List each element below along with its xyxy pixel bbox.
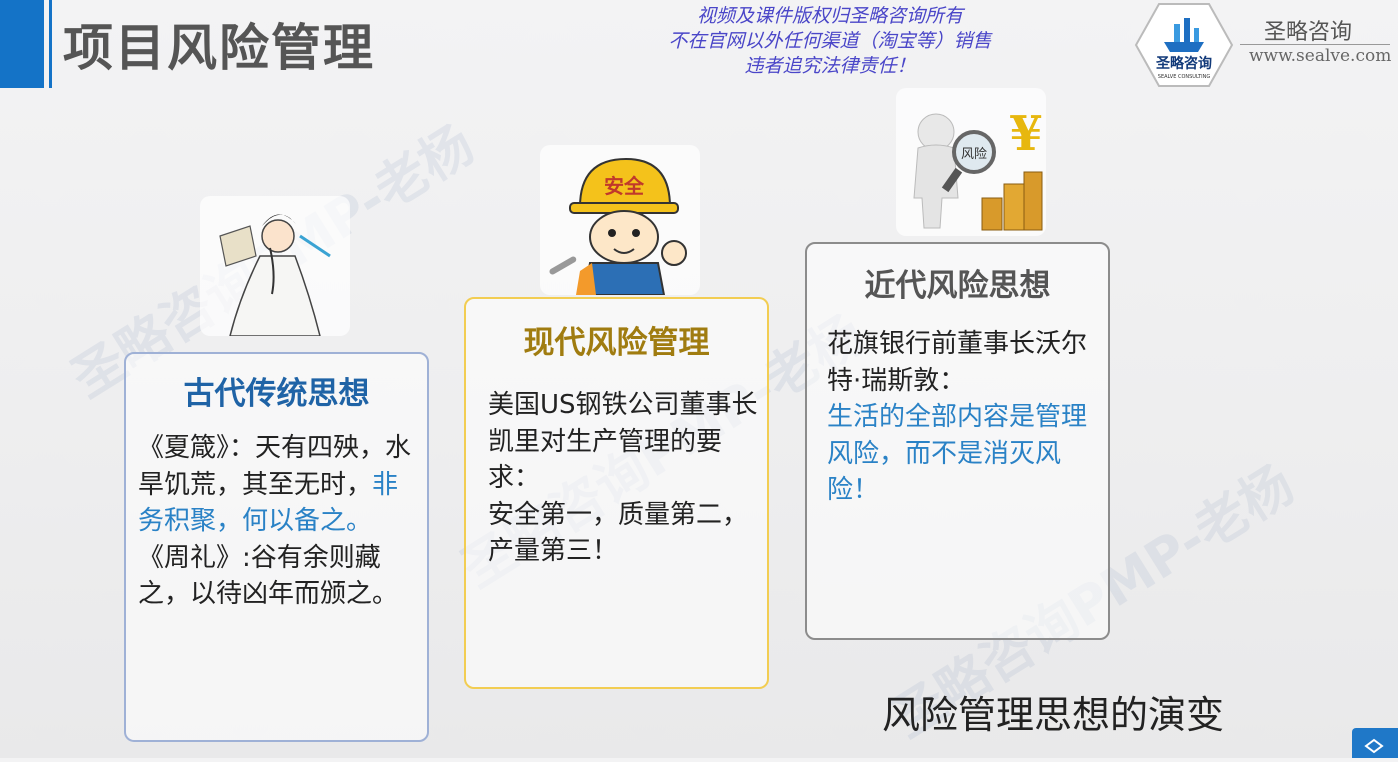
slide-subtitle: 风险管理思想的演变 xyxy=(882,693,1225,737)
card-title: 现代风险管理 xyxy=(523,325,710,361)
card-ancient-thought: 古代传统思想 《夏箴》：天有四殃，水旱饥荒，其至无时，非务积聚，何以备之。 《周… xyxy=(124,352,429,742)
title-accent-bar xyxy=(0,0,44,88)
quote-zhouli: 《周礼》:谷有余则藏之，以待凶年而颁之。 xyxy=(138,542,399,610)
card-title: 近代风险思想 xyxy=(864,268,1051,304)
page-title: 项目风险管理 xyxy=(63,19,375,77)
card-modern-management: 现代风险管理 美国US钢铁公司董事长凯里对生产管理的要求： 安全第一，质量第二，… xyxy=(464,297,769,689)
share-icon xyxy=(1364,738,1384,754)
ancient-scholar-illustration xyxy=(200,196,350,336)
card-body: 花旗银行前董事长沃尔特·瑞斯敦： 生活的全部内容是管理风险，而不是消灭风险！ xyxy=(827,326,1100,509)
brand-divider xyxy=(1240,44,1390,45)
svg-text:¥: ¥ xyxy=(1009,106,1042,162)
card-body: 美国US钢铁公司董事长凯里对生产管理的要求： 安全第一，质量第二，产量第三！ xyxy=(488,387,759,570)
brand-name: 圣略咨询 xyxy=(1264,20,1353,45)
logo-text: 圣略咨询 xyxy=(1155,55,1212,72)
brand-url: www.sealve.com xyxy=(1249,46,1392,66)
quote-xiazhen: 《夏箴》：天有四殃，水旱饥荒，其至无时，非务积聚，何以备之。 xyxy=(138,430,419,540)
risk-magnifier-illustration: 风险 ¥ xyxy=(896,88,1046,236)
quote-highlight: 生活的全部内容是管理风险，而不是消灭风险！ xyxy=(827,402,1088,505)
copyright-notice: 视频及课件版权归圣略咨询所有 不在官网以外任何渠道（淘宝等）销售 违者追究法律责… xyxy=(630,4,1030,79)
safety-worker-illustration: 安全 xyxy=(540,145,700,295)
magnifier-text: 风险 xyxy=(961,147,987,162)
copyright-line: 违者追究法律责任！ xyxy=(744,55,916,77)
helmet-text: 安全 xyxy=(604,174,645,198)
card-body: 《夏箴》：天有四殃，水旱饥荒，其至无时，非务积聚，何以备之。 《周礼》:谷有余则… xyxy=(138,430,419,613)
quote-text: 《夏箴》：天有四殃，水旱饥荒，其至无时， xyxy=(138,433,412,500)
logo-subtext: SEALVE CONSULTING xyxy=(1158,74,1211,80)
card-title: 古代传统思想 xyxy=(183,376,370,412)
copyright-line: 视频及课件版权归圣略咨询所有 xyxy=(696,5,963,27)
card-recent-thought: 近代风险思想 花旗银行前董事长沃尔特·瑞斯敦： 生活的全部内容是管理风险，而不是… xyxy=(805,242,1110,640)
card-paragraph: 花旗银行前董事长沃尔特·瑞斯敦： xyxy=(827,329,1088,396)
title-accent-line xyxy=(49,0,52,88)
share-button[interactable] xyxy=(1352,728,1398,758)
brand-logo: 圣略咨询 SEALVE CONSULTING xyxy=(1134,3,1234,87)
card-paragraph: 美国US钢铁公司董事长凯里对生产管理的要求： xyxy=(488,390,758,493)
copyright-line: 不在官网以外任何渠道（淘宝等）销售 xyxy=(668,30,992,52)
card-paragraph: 安全第一，质量第二，产量第三！ xyxy=(488,499,749,567)
